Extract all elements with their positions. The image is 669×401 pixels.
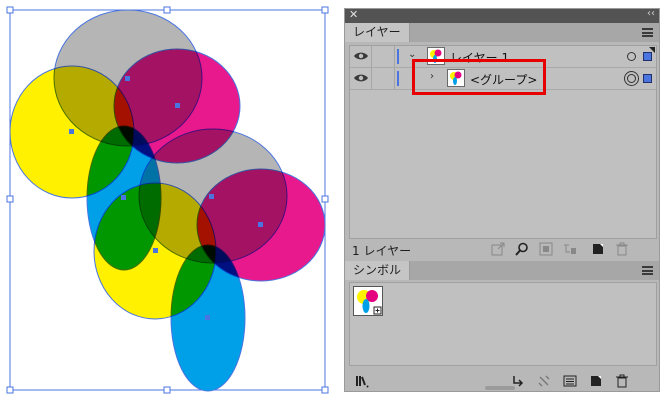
break-link-icon[interactable]	[537, 374, 551, 388]
corner-marker-icon	[649, 47, 655, 53]
target-icon[interactable]	[627, 74, 636, 83]
target-icon[interactable]	[627, 52, 636, 61]
new-sublayer-icon[interactable]	[563, 242, 577, 256]
search-icon[interactable]	[515, 242, 529, 256]
selection-indicator[interactable]	[643, 52, 652, 61]
artboard[interactable]	[0, 0, 338, 401]
eye-icon[interactable]	[353, 48, 369, 64]
lock-toggle[interactable]	[371, 68, 395, 89]
collapse-icon[interactable]: ‹‹	[647, 8, 655, 19]
tab-symbols[interactable]: シンボル	[345, 261, 411, 280]
symbol-library-icon[interactable]	[355, 374, 369, 388]
panel-title-bar: ✕ ‹‹	[345, 8, 659, 23]
symbol-options-icon[interactable]	[563, 374, 577, 388]
panel-menu-icon[interactable]	[642, 266, 653, 275]
tab-layers[interactable]: レイヤー	[345, 23, 410, 42]
resize-grip[interactable]	[485, 386, 515, 390]
eye-icon[interactable]	[353, 70, 369, 86]
close-icon[interactable]: ✕	[349, 8, 358, 21]
panel-menu-icon[interactable]	[642, 28, 653, 37]
symbol-thumbnail[interactable]	[353, 286, 383, 316]
symbols-tab-row: シンボル	[345, 261, 659, 280]
circle-group[interactable]	[9, 9, 326, 392]
selection-indicator[interactable]	[643, 74, 652, 83]
symbols-list	[349, 282, 657, 366]
highlight-annotation	[412, 59, 546, 95]
layers-tab-row: レイヤー	[345, 23, 659, 42]
layer-color-bar	[397, 49, 399, 64]
clipping-mask-icon[interactable]	[539, 242, 553, 256]
new-symbol-icon[interactable]	[589, 374, 603, 388]
export-icon[interactable]	[491, 242, 505, 256]
layer-count: 1 レイヤー	[352, 244, 412, 258]
layer-color-bar	[397, 71, 399, 86]
layers-status-bar: 1 レイヤー	[349, 241, 657, 258]
trash-icon[interactable]	[615, 374, 629, 388]
trash-icon[interactable]	[615, 242, 629, 256]
lock-toggle[interactable]	[371, 46, 395, 67]
new-layer-icon[interactable]	[591, 242, 605, 256]
